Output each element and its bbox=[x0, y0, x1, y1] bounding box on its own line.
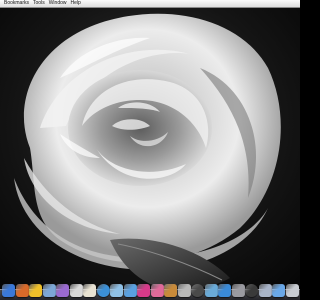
desktop-wallpaper bbox=[0, 8, 300, 300]
preview-icon[interactable] bbox=[177, 284, 191, 297]
utility-icon[interactable] bbox=[191, 284, 204, 297]
trash-icon[interactable] bbox=[285, 284, 299, 297]
menu-window[interactable]: Window bbox=[49, 0, 71, 7]
globe-icon[interactable] bbox=[96, 284, 110, 297]
menu-help[interactable]: Help bbox=[71, 0, 85, 7]
menu-bar: Bookmarks Tools Window Help bbox=[0, 0, 300, 8]
folder-icon[interactable] bbox=[272, 284, 285, 297]
system-preferences-icon[interactable] bbox=[231, 284, 245, 297]
desktop: Bookmarks Tools Window Help bbox=[0, 0, 300, 300]
itunes-icon[interactable] bbox=[110, 284, 123, 297]
photos-flower-icon[interactable] bbox=[15, 284, 29, 297]
chat-duck-icon[interactable] bbox=[29, 284, 42, 297]
dashboard-icon[interactable] bbox=[245, 284, 258, 297]
browser-icon[interactable] bbox=[56, 284, 69, 297]
app-grid-icon[interactable] bbox=[218, 284, 231, 297]
mail-icon[interactable] bbox=[42, 284, 56, 297]
stack-icon[interactable] bbox=[258, 284, 272, 297]
finder-icon[interactable] bbox=[2, 284, 15, 297]
calendar-icon[interactable] bbox=[83, 284, 96, 297]
menu-bookmarks[interactable]: Bookmarks bbox=[4, 0, 33, 7]
dock bbox=[0, 280, 300, 300]
iphoto-icon[interactable] bbox=[123, 284, 137, 297]
media-icon[interactable] bbox=[150, 284, 164, 297]
ipod-icon[interactable] bbox=[69, 284, 83, 297]
menu-tools[interactable]: Tools bbox=[33, 0, 49, 7]
camera-icon[interactable] bbox=[204, 284, 218, 297]
guitar-icon[interactable] bbox=[164, 284, 177, 297]
paint-icon[interactable] bbox=[137, 284, 150, 297]
